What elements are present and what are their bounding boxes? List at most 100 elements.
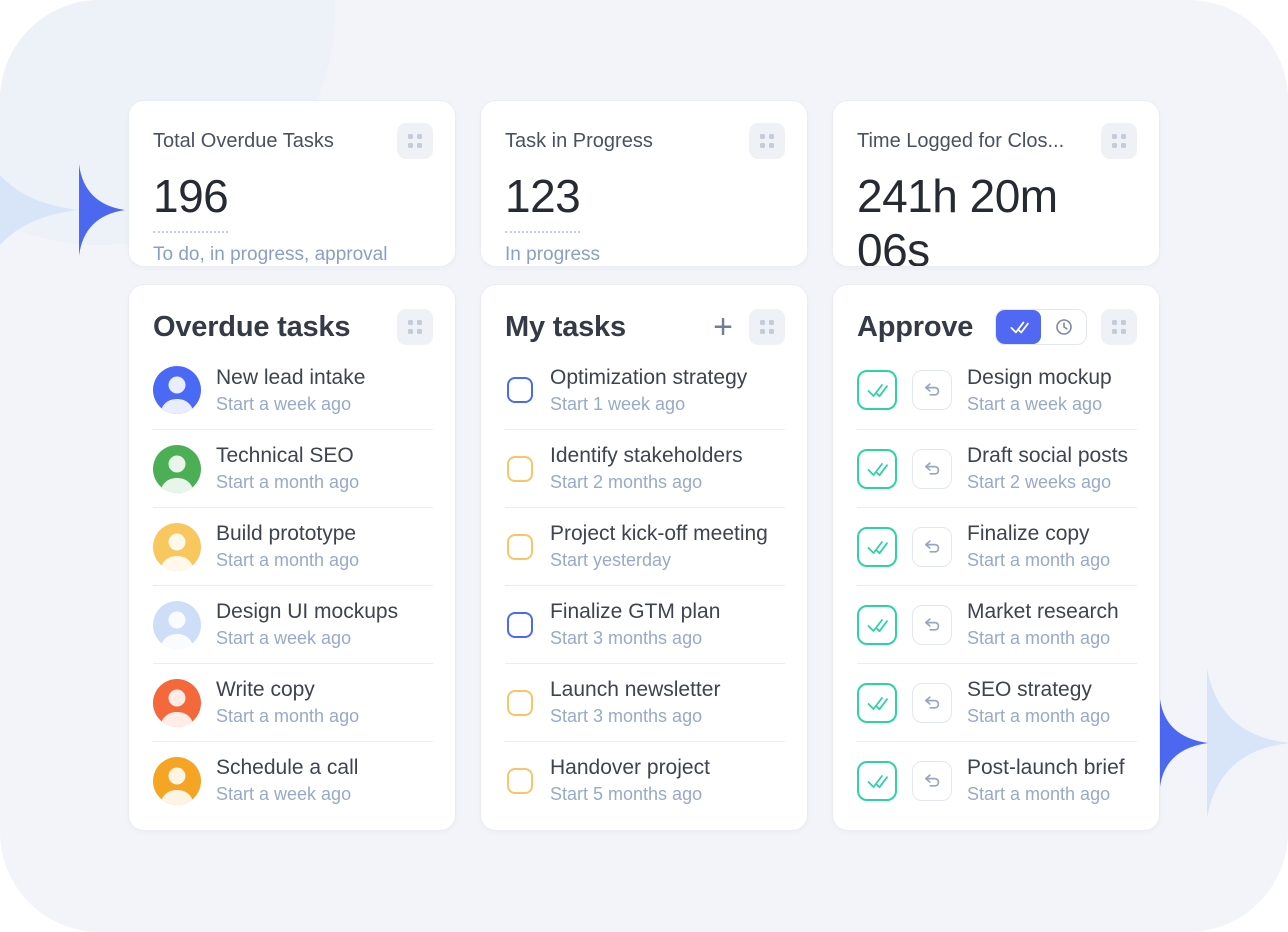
- task-row[interactable]: New lead intake Start a week ago: [153, 351, 433, 429]
- task-row[interactable]: Technical SEO Start a month ago: [153, 429, 433, 507]
- task-title: Identify stakeholders: [550, 444, 743, 468]
- task-title: Build prototype: [216, 522, 359, 546]
- task-title: Handover project: [550, 756, 710, 780]
- overdue-tasks-card: Overdue tasks New lead intake Start a we…: [128, 284, 456, 831]
- task-start: Start a week ago: [967, 394, 1112, 415]
- approve-task-list: Design mockup Start a week ago Draft soc…: [833, 351, 1159, 819]
- task-title: Schedule a call: [216, 756, 358, 780]
- assignee-avatar: [153, 757, 201, 805]
- stat-subtitle: To do, in progress, approval: [153, 244, 433, 266]
- approve-button[interactable]: [857, 605, 897, 645]
- task-start: Start a month ago: [967, 784, 1125, 805]
- task-row[interactable]: Handover project Start 5 months ago: [505, 741, 785, 819]
- task-row[interactable]: Schedule a call Start a week ago: [153, 741, 433, 819]
- grid-handle-icon[interactable]: [1101, 309, 1137, 345]
- double-check-icon: [866, 538, 888, 556]
- assignee-avatar: [153, 523, 201, 571]
- task-row[interactable]: Design UI mockups Start a week ago: [153, 585, 433, 663]
- task-title: Technical SEO: [216, 444, 359, 468]
- task-row[interactable]: SEO strategy Start a month ago: [857, 663, 1137, 741]
- task-row[interactable]: Finalize copy Start a month ago: [857, 507, 1137, 585]
- grid-handle-icon[interactable]: [749, 309, 785, 345]
- task-start: Start a month ago: [967, 706, 1110, 727]
- approve-button[interactable]: [857, 683, 897, 723]
- task-checkbox[interactable]: [507, 690, 533, 716]
- stat-card-in-progress: Task in Progress 123 In progress: [480, 100, 808, 267]
- double-check-icon: [866, 616, 888, 634]
- grid-handle-icon[interactable]: [397, 309, 433, 345]
- filter-pending-button[interactable]: [1041, 310, 1086, 344]
- stat-card-total-overdue: Total Overdue Tasks 196 To do, in progre…: [128, 100, 456, 267]
- task-title: Market research: [967, 600, 1119, 624]
- assignee-avatar: [153, 679, 201, 727]
- task-start: Start a week ago: [216, 784, 358, 805]
- task-row[interactable]: Market research Start a month ago: [857, 585, 1137, 663]
- task-row[interactable]: Launch newsletter Start 3 months ago: [505, 663, 785, 741]
- grid-handle-icon[interactable]: [749, 123, 785, 159]
- card-title: Overdue tasks: [153, 311, 397, 344]
- return-button[interactable]: [912, 683, 952, 723]
- task-checkbox[interactable]: [507, 612, 533, 638]
- task-checkbox[interactable]: [507, 768, 533, 794]
- task-row[interactable]: Post-launch brief Start a month ago: [857, 741, 1137, 819]
- task-checkbox[interactable]: [507, 456, 533, 482]
- stat-title: Time Logged for Clos...: [857, 123, 1064, 159]
- stat-title: Total Overdue Tasks: [153, 123, 334, 159]
- task-row[interactable]: Draft social posts Start 2 weeks ago: [857, 429, 1137, 507]
- task-start: Start a month ago: [216, 706, 359, 727]
- task-start: Start a month ago: [216, 472, 359, 493]
- overdue-task-list: New lead intake Start a week ago Technic…: [129, 351, 455, 819]
- task-row[interactable]: Write copy Start a month ago: [153, 663, 433, 741]
- double-check-icon: [866, 381, 888, 399]
- task-start: Start 3 months ago: [550, 628, 720, 649]
- return-button[interactable]: [912, 761, 952, 801]
- return-button[interactable]: [912, 449, 952, 489]
- grid-handle-icon[interactable]: [397, 123, 433, 159]
- clock-icon: [1054, 317, 1074, 337]
- plus-icon: +: [713, 310, 733, 344]
- assignee-avatar: [153, 601, 201, 649]
- task-title: New lead intake: [216, 366, 365, 390]
- undo-icon: [922, 380, 942, 400]
- task-start: Start a week ago: [216, 394, 365, 415]
- task-checkbox[interactable]: [507, 534, 533, 560]
- task-start: Start a month ago: [216, 550, 359, 571]
- task-title: SEO strategy: [967, 678, 1110, 702]
- return-button[interactable]: [912, 370, 952, 410]
- task-title: Draft social posts: [967, 444, 1128, 468]
- return-button[interactable]: [912, 527, 952, 567]
- task-start: Start 5 months ago: [550, 784, 710, 805]
- task-row[interactable]: Optimization strategy Start 1 week ago: [505, 351, 785, 429]
- task-title: Finalize GTM plan: [550, 600, 720, 624]
- double-check-icon: [866, 460, 888, 478]
- task-row[interactable]: Project kick-off meeting Start yesterday: [505, 507, 785, 585]
- task-title: Design UI mockups: [216, 600, 398, 624]
- grid-handle-icon[interactable]: [1101, 123, 1137, 159]
- assignee-avatar: [153, 366, 201, 414]
- undo-icon: [922, 459, 942, 479]
- task-start: Start 2 months ago: [550, 472, 743, 493]
- stat-value: 241h 20m 06s: [857, 169, 1137, 267]
- task-start: Start 1 week ago: [550, 394, 747, 415]
- filter-approved-button[interactable]: [996, 310, 1041, 344]
- task-title: Finalize copy: [967, 522, 1110, 546]
- approve-button[interactable]: [857, 449, 897, 489]
- approve-button[interactable]: [857, 370, 897, 410]
- task-row[interactable]: Design mockup Start a week ago: [857, 351, 1137, 429]
- task-start: Start a week ago: [216, 628, 398, 649]
- add-task-button[interactable]: +: [711, 310, 735, 344]
- approve-button[interactable]: [857, 527, 897, 567]
- task-row[interactable]: Build prototype Start a month ago: [153, 507, 433, 585]
- task-start: Start a month ago: [967, 628, 1119, 649]
- task-title: Write copy: [216, 678, 359, 702]
- task-row[interactable]: Finalize GTM plan Start 3 months ago: [505, 585, 785, 663]
- undo-icon: [922, 771, 942, 791]
- stat-value: 123: [505, 169, 580, 233]
- undo-icon: [922, 693, 942, 713]
- return-button[interactable]: [912, 605, 952, 645]
- task-title: Post-launch brief: [967, 756, 1125, 780]
- task-start: Start yesterday: [550, 550, 768, 571]
- approve-button[interactable]: [857, 761, 897, 801]
- task-checkbox[interactable]: [507, 377, 533, 403]
- task-row[interactable]: Identify stakeholders Start 2 months ago: [505, 429, 785, 507]
